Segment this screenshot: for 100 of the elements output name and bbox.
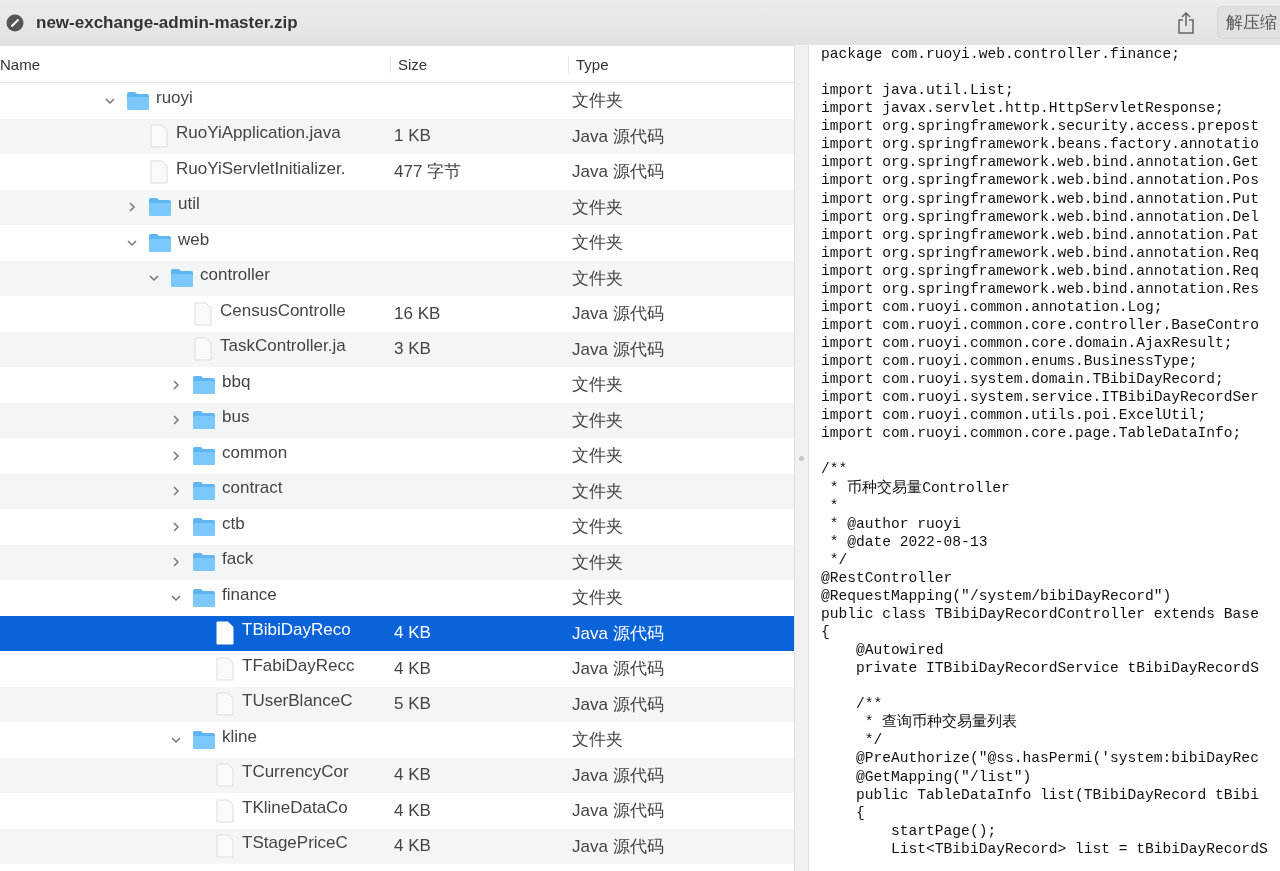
file-size: 477 字节 <box>394 162 462 182</box>
file-size: 1 KB <box>394 126 431 146</box>
document-icon <box>216 656 234 681</box>
code-line: @PreAuthorize("@ss.hasPermi('system:bibiDayRec <box>855 749 1260 768</box>
code-line: * 查询币种交易量列表 <box>863 713 1019 732</box>
file-name: finance <box>222 587 277 605</box>
document-icon <box>216 834 234 859</box>
file-name: ruoyi <box>156 90 193 108</box>
document-icon <box>216 798 234 823</box>
code-line: */ <box>828 550 849 569</box>
document-icon <box>216 763 234 788</box>
code-line: import java.util.List; <box>821 81 1015 100</box>
chevron-right-icon[interactable] <box>126 201 138 214</box>
file-type: 文件夹 <box>572 481 623 501</box>
file-row[interactable]: TStagePriceC 4 KB Java 源代码 <box>0 828 794 864</box>
code-line: @RequestMapping("/system/bibiDayRecord") <box>821 586 1173 605</box>
code-line: List<TBibiDayRecord> list = tBibiDayRecordS <box>890 839 1269 858</box>
file-name: contract <box>222 481 283 499</box>
file-type: Java 源代码 <box>572 836 664 856</box>
code-line: * @author ruoyi <box>828 514 963 533</box>
document-icon <box>194 337 212 362</box>
file-row[interactable]: contract 文件夹 <box>0 473 794 509</box>
column-header[interactable]: Type <box>568 55 794 73</box>
chevron-right-icon[interactable] <box>170 378 182 391</box>
folder-icon <box>148 232 172 253</box>
file-name: common <box>222 445 288 463</box>
document-icon <box>150 124 168 149</box>
file-type: Java 源代码 <box>572 801 664 821</box>
file-type: Java 源代码 <box>572 162 664 182</box>
file-type: 文件夹 <box>572 517 623 537</box>
document-icon <box>216 692 234 717</box>
file-type: 文件夹 <box>572 730 623 750</box>
code-line: @GetMapping("/list") <box>855 767 1033 786</box>
code-line: @RestController <box>821 568 954 587</box>
file-name: bbq <box>222 374 251 392</box>
file-size: 4 KB <box>394 836 431 856</box>
file-type: 文件夹 <box>572 91 623 111</box>
code-line: import org.springframework.web.bind.annotation.Put <box>821 189 1260 208</box>
file-name: util <box>178 197 200 215</box>
code-line: * @date 2022-08-13 <box>828 532 989 551</box>
file-type: Java 源代码 <box>572 765 664 785</box>
file-name: TKlineDataCo <box>242 798 348 818</box>
file-name: bus <box>222 410 250 428</box>
column-header[interactable]: Size <box>390 55 568 73</box>
code-line: /** <box>821 460 849 479</box>
code-line: import org.springframework.web.bind.annotation.Pat <box>821 225 1260 244</box>
code-line: import org.springframework.beans.factory.annotatio <box>821 135 1260 154</box>
code-line: import com.ruoyi.common.core.domain.AjaxResult; <box>821 334 1234 353</box>
folder-icon <box>192 374 216 395</box>
code-line: import com.ruoyi.common.annotation.Log; <box>821 297 1164 316</box>
file-type: Java 源代码 <box>572 126 664 146</box>
file-row[interactable]: TaskController.ja 3 KB Java 源代码 <box>0 331 794 367</box>
chevron-right-icon[interactable] <box>170 449 182 462</box>
file-row[interactable]: fack 文件夹 <box>0 544 794 580</box>
code-line: * 币种交易量Controller <box>828 478 1011 497</box>
file-row[interactable]: TBibiDayReco 4 KB Java 源代码 <box>0 615 794 651</box>
code-line: import org.springframework.web.bind.annotation.Req <box>821 243 1260 262</box>
file-name: fack <box>222 552 254 570</box>
file-row[interactable]: TUserBlanceC 5 KB Java 源代码 <box>0 686 794 722</box>
chevron-right-icon[interactable] <box>170 520 182 533</box>
file-name: web <box>178 232 210 250</box>
code-line: */ <box>863 731 884 750</box>
folder-icon <box>192 445 216 466</box>
code-line: import javax.servlet.http.HttpServletResponse; <box>821 99 1225 118</box>
file-row[interactable]: util 文件夹 <box>0 189 794 225</box>
file-type: 文件夹 <box>572 233 623 253</box>
file-type: 文件夹 <box>572 552 623 572</box>
file-row[interactable]: controller 文件夹 <box>0 260 794 296</box>
code-line: import com.ruoyi.system.service.ITBibiDayRecordSer <box>821 388 1260 407</box>
code-line: startPage(); <box>890 821 998 840</box>
file-name: TBibiDayReco <box>242 621 351 641</box>
file-size: 3 KB <box>394 339 431 359</box>
chevron-right-icon[interactable] <box>170 556 182 569</box>
code-line: import org.springframework.web.bind.annotation.Del <box>821 207 1260 226</box>
code-line: @Autowired <box>855 641 945 660</box>
file-row[interactable]: RuoYiApplication.java 1 KB Java 源代码 <box>0 118 794 154</box>
file-name: TFabiDayRecc <box>242 656 355 676</box>
file-size: 4 KB <box>394 800 431 820</box>
chevron-right-icon[interactable] <box>170 414 182 427</box>
file-name: RuoYiServletInitializer. <box>176 159 346 179</box>
file-type: Java 源代码 <box>572 623 664 643</box>
code-line: private ITBibiDayRecordService tBibiDayRecordS <box>855 659 1260 678</box>
file-name: TUserBlanceC <box>242 692 353 712</box>
folder-icon <box>192 481 216 502</box>
chevron-right-icon[interactable] <box>170 485 182 498</box>
code-line: import org.springframework.web.bind.annotation.Res <box>821 279 1260 298</box>
file-row[interactable]: bus 文件夹 <box>0 402 794 438</box>
share-icon[interactable] <box>1177 11 1195 34</box>
column-header[interactable]: Name <box>0 55 390 73</box>
code-line: /** <box>855 695 884 713</box>
code-line: public class TBibiDayRecordController extends Base <box>821 604 1260 623</box>
file-type: 文件夹 <box>572 197 623 217</box>
file-type: 文件夹 <box>572 268 623 288</box>
document-icon <box>194 301 212 326</box>
code-line: import com.ruoyi.system.domain.TBibiDayRecord; <box>821 370 1225 389</box>
window-title: new-exchange-admin-master.zip <box>36 12 298 33</box>
file-size: 4 KB <box>394 765 431 785</box>
extract-button[interactable]: 解压缩 <box>1217 6 1280 39</box>
file-row[interactable]: TCurrencyCor 4 KB Java 源代码 <box>0 757 794 793</box>
file-type: 文件夹 <box>572 375 623 395</box>
